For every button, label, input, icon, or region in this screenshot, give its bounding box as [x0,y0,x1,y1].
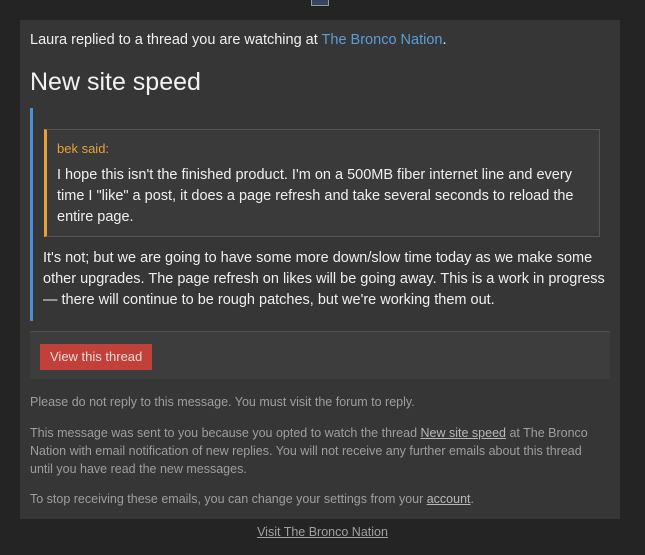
no-reply-note: Please do not reply to this message. You… [30,395,415,409]
stop-note-prefix: To stop receiving these emails, you can … [30,492,427,506]
thread-title[interactable]: New site speed [30,68,201,97]
stop-note-suffix: . [470,492,474,506]
quote-author[interactable]: bek said: [57,141,109,156]
email-header-icon [311,0,329,6]
reply-block: bek said: I hope this isn't the finished… [30,108,610,321]
action-bar: View this thread [30,331,610,379]
stop-emails-note: To stop receiving these emails, you can … [30,490,605,508]
site-link[interactable]: The Bronco Nation [322,32,443,48]
quote-box: bek said: I hope this isn't the finished… [44,129,600,237]
intro-text: Laura replied to a thread you are watchi… [30,32,322,48]
notification-intro: Laura replied to a thread you are watchi… [30,32,446,48]
intro-suffix: . [442,32,447,48]
email-card: Laura replied to a thread you are watchi… [20,20,620,519]
sent-reason-note: This message was sent to you because you… [30,424,605,478]
account-link[interactable]: account [427,492,471,506]
reply-text: It's not; but we are going to have some … [43,250,605,308]
sent-note-prefix: This message was sent to you because you… [30,426,421,440]
view-thread-button[interactable]: View this thread [40,344,153,370]
thread-link[interactable]: New site speed [421,426,506,440]
visit-site-link[interactable]: Visit The Bronco Nation [0,525,645,539]
quote-text: I hope this isn't the finished product. … [57,167,574,225]
